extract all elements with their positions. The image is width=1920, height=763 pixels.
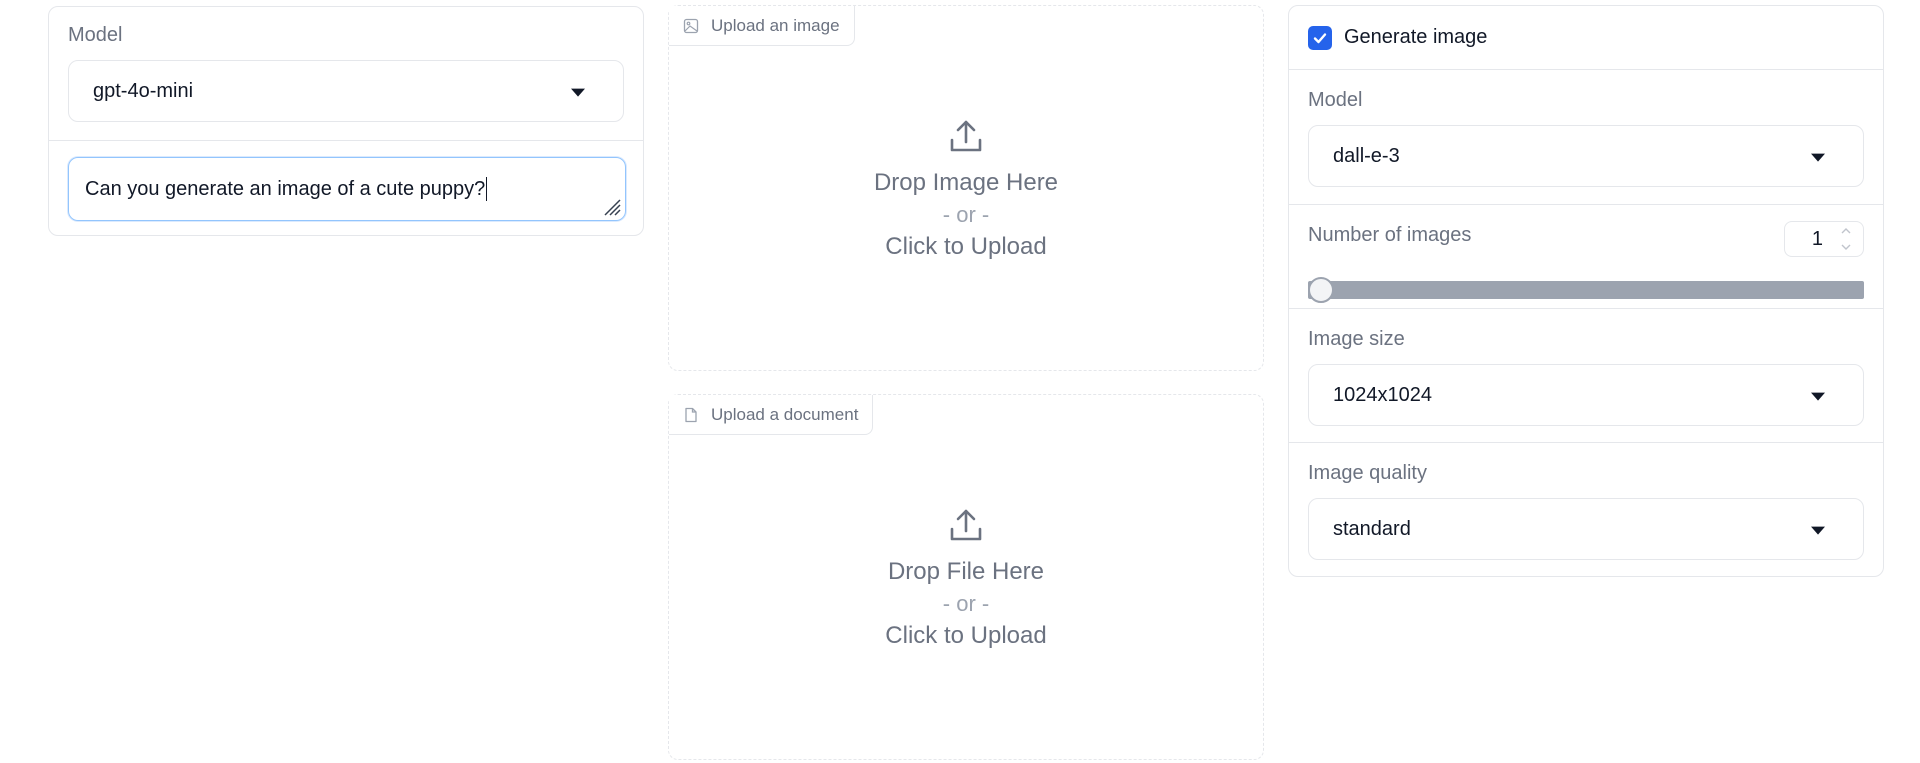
image-click-text[interactable]: Click to Upload	[669, 230, 1263, 264]
image-upload-tag-label: Upload an image	[711, 15, 840, 35]
number-of-images-slider[interactable]	[1308, 277, 1864, 303]
text-cursor	[486, 177, 488, 201]
document-upload-prompt: Drop File Here - or - Click to Upload	[669, 507, 1263, 653]
model-dropdown-value: gpt-4o-mini	[93, 79, 194, 102]
generate-image-checkbox[interactable]	[1308, 25, 1332, 50]
number-of-images-value: 1	[1811, 227, 1823, 250]
chevron-down-icon	[1811, 526, 1825, 535]
chevron-down-icon	[1811, 153, 1825, 162]
image-drop-text: Drop Image Here	[873, 169, 1059, 196]
image-icon	[683, 18, 699, 33]
document-upload-dropzone[interactable]: Upload a document Drop File Here - or - …	[668, 394, 1264, 760]
image-model-dropdown[interactable]: dall-e-3	[1308, 125, 1864, 187]
image-size-section: Image size 1024x1024	[1289, 309, 1883, 443]
model-dropdown[interactable]: gpt-4o-mini	[68, 60, 624, 122]
chevron-down-icon	[571, 88, 585, 97]
image-model-label: Model	[1308, 89, 1363, 111]
document-click-text[interactable]: Click to Upload	[669, 619, 1263, 653]
image-upload-dropzone[interactable]: Upload an image Drop Image Here - or - C…	[668, 5, 1264, 371]
checkmark-icon	[1313, 32, 1327, 43]
chevron-down-icon[interactable]	[1840, 242, 1852, 252]
upload-icon	[950, 509, 982, 541]
generate-image-row: Generate image	[1289, 6, 1883, 70]
prompt-text: Can you generate an image of a cute pupp…	[85, 177, 486, 200]
document-drop-text: Drop File Here	[887, 558, 1045, 585]
number-spinner[interactable]	[1837, 226, 1855, 252]
image-size-value: 1024x1024	[1333, 383, 1432, 406]
number-of-images-input[interactable]: 1	[1784, 221, 1864, 257]
document-or-text: - or -	[942, 590, 990, 616]
image-upload-prompt: Drop Image Here - or - Click to Upload	[669, 118, 1263, 264]
image-model-section: Model dall-e-3	[1289, 70, 1883, 205]
chevron-down-icon	[1811, 392, 1825, 401]
prompt-textarea[interactable]: Can you generate an image of a cute pupp…	[68, 157, 626, 221]
model-label: Model	[68, 24, 123, 46]
chevron-up-icon[interactable]	[1840, 226, 1852, 236]
file-icon	[685, 407, 697, 422]
upload-icon	[950, 120, 982, 152]
image-quality-dropdown[interactable]: standard	[1308, 498, 1864, 560]
chat-settings-panel: Model gpt-4o-mini Can you generate an im…	[48, 6, 644, 236]
image-quality-value: standard	[1333, 517, 1411, 540]
number-of-images-section: Number of images 1	[1289, 205, 1883, 309]
image-or-text: - or -	[942, 201, 990, 227]
number-of-images-label: Number of images	[1308, 224, 1472, 246]
image-upload-tag: Upload an image	[669, 6, 855, 46]
image-generation-panel: Generate image Model dall-e-3 Number of …	[1288, 5, 1884, 577]
model-block: Model gpt-4o-mini	[49, 7, 643, 141]
image-quality-section: Image quality standard	[1289, 443, 1883, 577]
slider-thumb[interactable]	[1308, 277, 1334, 303]
document-upload-tag-label: Upload a document	[711, 404, 859, 424]
generate-image-label[interactable]: Generate image	[1344, 26, 1487, 49]
resize-grip-icon[interactable]	[601, 196, 621, 216]
document-upload-tag: Upload a document	[669, 395, 874, 435]
image-size-dropdown[interactable]: 1024x1024	[1308, 364, 1864, 426]
image-size-label: Image size	[1308, 328, 1405, 350]
image-quality-label: Image quality	[1308, 462, 1427, 484]
image-model-value: dall-e-3	[1333, 144, 1400, 167]
